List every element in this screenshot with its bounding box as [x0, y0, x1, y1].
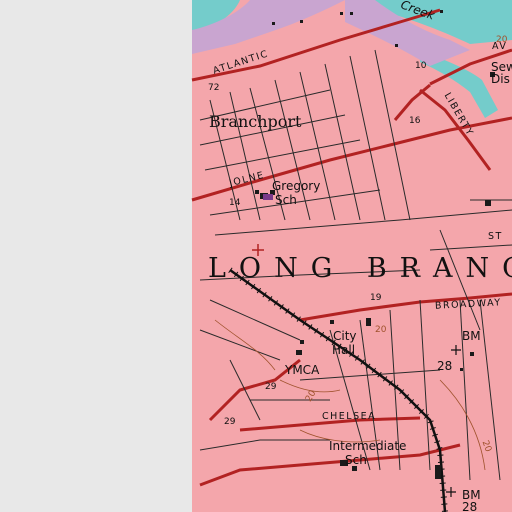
intermediate-label: Intermediate [329, 439, 407, 453]
elev-19: 19 [370, 293, 382, 303]
city-label: City [333, 329, 357, 343]
bm-label-1: BM [462, 329, 481, 343]
school-symbol [263, 194, 273, 200]
hall-label: Hall [332, 343, 356, 357]
map-viewport[interactable]: Branchport LONG BRANC ATLANTIC JOLNE LIB… [0, 0, 512, 512]
elev-16: 16 [409, 116, 421, 126]
gregory-label: Gregory [272, 179, 321, 193]
bm-num-1: 28 [437, 359, 453, 373]
contour-20-c: 20 [496, 35, 508, 45]
st-label: ST [488, 231, 503, 242]
intermediate-sch-label: Sch [345, 453, 367, 467]
elev-14: 14 [229, 198, 241, 208]
branchport-label: Branchport [209, 112, 302, 131]
ymca-label: YMCA [285, 363, 320, 377]
gregory-sch-label: Sch [275, 193, 297, 207]
bm-num-2: 28 [462, 500, 478, 512]
elev-72: 72 [208, 83, 220, 93]
chelsea-label: CHELSEA [322, 411, 377, 422]
elev-29b: 29 [224, 417, 236, 427]
elev-10: 10 [415, 61, 427, 71]
contour-20-d: 20 [375, 325, 387, 335]
long-branch-label: LONG BRANC [208, 253, 512, 284]
elev-29a: 29 [265, 382, 277, 392]
dis-label: Dis [491, 72, 510, 86]
